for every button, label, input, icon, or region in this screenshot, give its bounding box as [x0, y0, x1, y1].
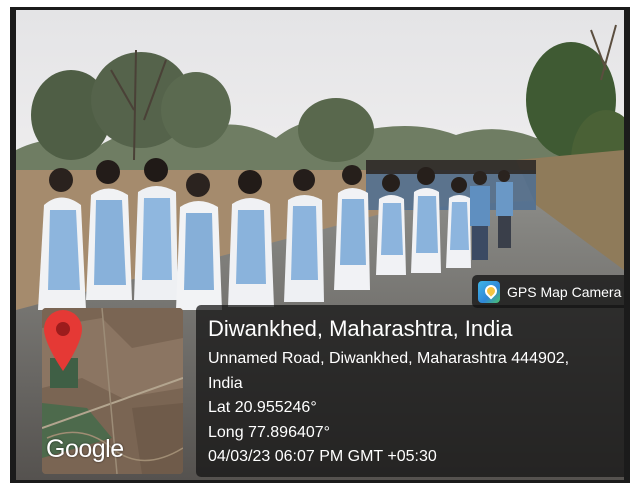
address-line-1: Unnamed Road, Diwankhed, Maharashtra 444…	[208, 350, 570, 367]
location-title: Diwankhed, Maharashtra, India	[208, 316, 513, 341]
google-logo: Google	[46, 435, 124, 463]
map-pin-icon	[44, 310, 82, 371]
photo: GPS Map Camera Google Diwankhed, Maharas…	[10, 7, 630, 483]
photo-content: GPS Map Camera Google Diwankhed, Maharas…	[16, 10, 624, 480]
latitude: Lat 20.955246°	[208, 399, 317, 416]
timestamp: 04/03/23 06:07 PM GMT +05:30	[208, 448, 437, 465]
location-map: Google	[42, 308, 183, 474]
longitude: Long 77.896407°	[208, 423, 331, 441]
location-info-panel: Diwankhed, Maharashtra, India Unnamed Ro…	[196, 305, 624, 477]
address-line-2: India	[208, 374, 243, 392]
screenshot-frame: GPS Map Camera Google Diwankhed, Maharas…	[0, 0, 635, 487]
gps-map-camera-badge: GPS Map Camera	[472, 275, 624, 308]
gps-map-camera-icon	[478, 280, 500, 303]
badge-app-name: GPS Map Camera	[507, 283, 622, 300]
